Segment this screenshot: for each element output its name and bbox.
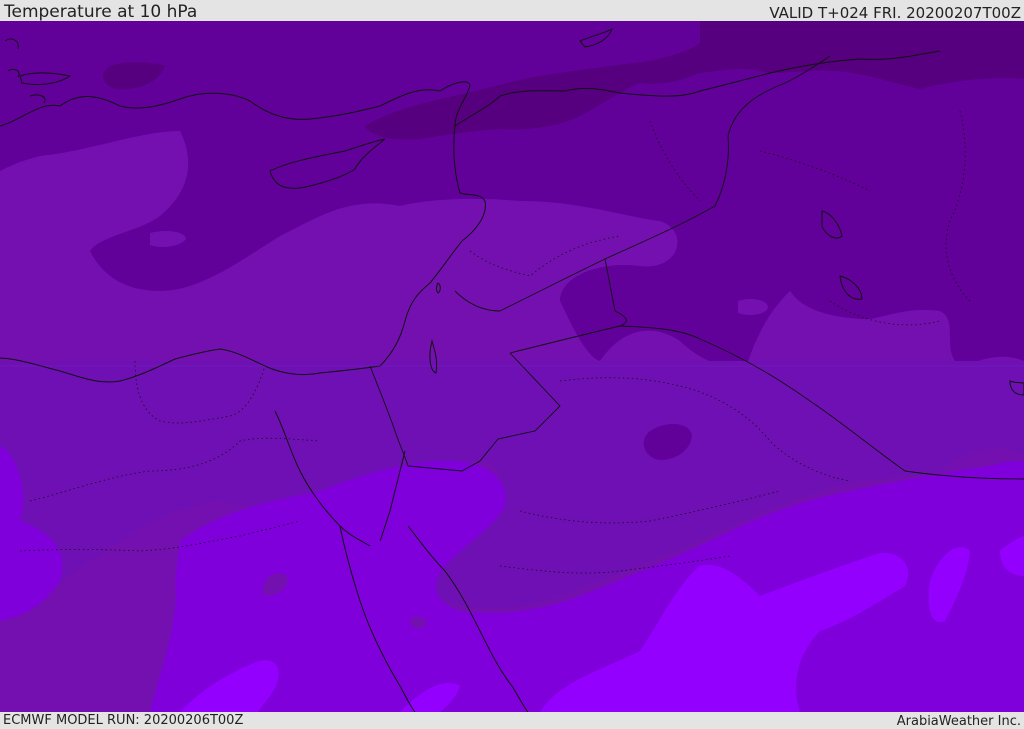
map-canvas xyxy=(0,21,1024,712)
model-run-label: ECMWF MODEL RUN: 20200206T00Z xyxy=(3,713,244,728)
chart-title: Temperature at 10 hPa xyxy=(4,2,198,22)
weather-map[interactable] xyxy=(0,21,1024,712)
footer-bar: ECMWF MODEL RUN: 20200206T00Z ArabiaWeat… xyxy=(0,712,1024,729)
credit-label: ArabiaWeather Inc. xyxy=(896,714,1021,729)
header-bar: Temperature at 10 hPa VALID T+024 FRI. 2… xyxy=(0,0,1024,21)
map-viewer: Temperature at 10 hPa VALID T+024 FRI. 2… xyxy=(0,0,1024,729)
valid-time-label: VALID T+024 FRI. 20200207T00Z xyxy=(769,4,1021,22)
